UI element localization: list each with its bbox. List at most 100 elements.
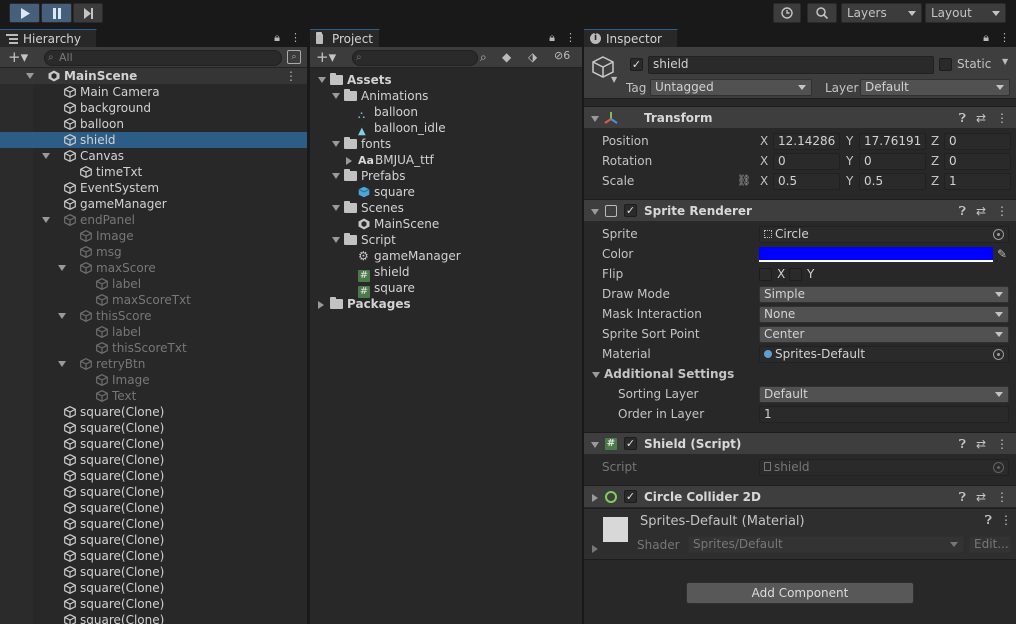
hierarchy-item[interactable]: square(Clone): [0, 532, 307, 548]
project-folder[interactable]: fonts: [310, 136, 582, 152]
project-folder[interactable]: Script: [310, 232, 582, 248]
hierarchy-item[interactable]: maxScore: [0, 260, 307, 276]
active-toggle[interactable]: ✓: [630, 58, 643, 71]
more-menu-icon[interactable]: ⋮: [999, 31, 1010, 45]
position-x-field[interactable]: 12.14286: [773, 133, 840, 150]
tag-dropdown[interactable]: Untagged: [650, 79, 812, 96]
foldout-icon[interactable]: [26, 73, 34, 79]
mask-interaction-dropdown[interactable]: None: [759, 306, 1009, 323]
sort-point-dropdown[interactable]: Center: [759, 326, 1009, 343]
more-menu-icon[interactable]: ⋮: [996, 107, 1008, 129]
hierarchy-item[interactable]: square(Clone): [0, 612, 307, 624]
help-icon[interactable]: ❓︎: [959, 200, 966, 222]
help-icon[interactable]: ❓︎: [959, 433, 966, 455]
hierarchy-item[interactable]: Canvas: [0, 148, 307, 164]
hierarchy-item[interactable]: endPanel: [0, 212, 307, 228]
foldout-icon[interactable]: [58, 361, 66, 367]
position-z-field[interactable]: 0: [944, 133, 1011, 150]
shield-script-enabled[interactable]: ✓: [624, 437, 637, 450]
chevron-down-icon[interactable]: ▼: [611, 75, 617, 84]
label-tag-icon[interactable]: ⬗: [528, 50, 537, 64]
play-button[interactable]: [9, 3, 40, 23]
project-asset[interactable]: # shield: [310, 264, 582, 282]
hierarchy-item[interactable]: square(Clone): [0, 404, 307, 420]
project-search-input[interactable]: ⌕: [352, 50, 478, 66]
hierarchy-item[interactable]: Image: [0, 228, 307, 244]
position-y-field[interactable]: 17.76191: [859, 133, 926, 150]
add-icon[interactable]: +▾: [316, 48, 336, 66]
draw-mode-dropdown[interactable]: Simple: [759, 286, 1009, 303]
more-menu-icon[interactable]: ⋮: [996, 433, 1008, 455]
hierarchy-item[interactable]: gameManager: [0, 196, 307, 212]
foldout-icon[interactable]: [318, 77, 326, 83]
color-swatch[interactable]: [759, 247, 993, 262]
help-icon[interactable]: ❓︎: [985, 513, 992, 528]
hierarchy-item[interactable]: square(Clone): [0, 500, 307, 516]
hierarchy-item[interactable]: msg: [0, 244, 307, 260]
foldout-icon[interactable]: [58, 313, 66, 319]
circle-collider-header[interactable]: ✓ Circle Collider 2D ❓︎ ⇄ ⋮: [584, 485, 1016, 507]
search-by-type-icon[interactable]: ⌕: [480, 50, 487, 65]
hierarchy-item[interactable]: maxScoreTxt: [0, 292, 307, 308]
foldout-icon[interactable]: [332, 205, 340, 211]
search-button[interactable]: [807, 3, 837, 23]
rotation-y-field[interactable]: 0: [859, 153, 926, 170]
scale-y-field[interactable]: 0.5: [859, 173, 926, 190]
more-menu-icon[interactable]: ⋮: [290, 31, 301, 45]
preset-icon[interactable]: ⇄: [976, 107, 986, 129]
chevron-down-icon[interactable]: ▼: [1002, 57, 1008, 66]
rotation-x-field[interactable]: 0: [773, 153, 840, 170]
hierarchy-item[interactable]: retryBtn: [0, 356, 307, 372]
hierarchy-item[interactable]: square(Clone): [0, 564, 307, 580]
scale-x-field[interactable]: 0.5: [773, 173, 840, 190]
more-menu-icon[interactable]: ⋮: [996, 200, 1008, 222]
scale-z-field[interactable]: 1: [944, 173, 1011, 190]
tab-hierarchy[interactable]: Hierarchy: [0, 29, 97, 47]
project-asset[interactable]: # square: [310, 280, 582, 298]
lock-icon[interactable]: 🔒︎: [274, 31, 280, 45]
sprite-field[interactable]: Circle: [759, 226, 1009, 243]
hierarchy-item[interactable]: thisScore: [0, 308, 307, 324]
layers-dropdown[interactable]: Layers: [841, 3, 922, 23]
foldout-icon[interactable]: [42, 153, 50, 159]
hierarchy-scene-row[interactable]: MainScene ⋮: [0, 68, 307, 84]
hierarchy-item[interactable]: square(Clone): [0, 484, 307, 500]
tab-project[interactable]: Project: [310, 29, 380, 47]
hierarchy-item[interactable]: square(Clone): [0, 580, 307, 596]
foldout-icon[interactable]: [332, 93, 340, 99]
transform-header[interactable]: Transform ❓︎ ⇄ ⋮: [584, 106, 1016, 128]
more-menu-icon[interactable]: ⋮: [1000, 513, 1012, 527]
hierarchy-item[interactable]: square(Clone): [0, 436, 307, 452]
project-asset[interactable]: ⚙ gameManager: [310, 248, 582, 264]
hierarchy-item[interactable]: square(Clone): [0, 420, 307, 436]
more-menu-icon[interactable]: ⋮: [285, 68, 297, 84]
foldout-icon[interactable]: [42, 217, 50, 223]
lock-icon[interactable]: 🔒︎: [983, 31, 989, 45]
add-component-button[interactable]: Add Component: [686, 582, 914, 604]
project-asset[interactable]: AaBMJUA_ttf: [310, 152, 582, 168]
foldout-icon[interactable]: [332, 173, 340, 179]
sprite-renderer-header[interactable]: ✓ Sprite Renderer ❓︎ ⇄ ⋮: [584, 199, 1016, 221]
rotation-z-field[interactable]: 0: [944, 153, 1011, 170]
sprite-renderer-enabled[interactable]: ✓: [624, 204, 637, 217]
hierarchy-item[interactable]: square(Clone): [0, 548, 307, 564]
preset-icon[interactable]: ⇄: [976, 486, 986, 508]
hierarchy-item[interactable]: square(Clone): [0, 516, 307, 532]
more-menu-icon[interactable]: ⋮: [565, 31, 576, 45]
flip-x-toggle[interactable]: [759, 268, 772, 281]
project-folder[interactable]: Packages: [310, 296, 582, 312]
hierarchy-item[interactable]: Image: [0, 372, 307, 388]
static-toggle[interactable]: [939, 58, 952, 71]
help-icon[interactable]: ❓︎: [959, 107, 966, 129]
project-folder[interactable]: Assets: [310, 72, 582, 88]
project-folder[interactable]: Scenes: [310, 200, 582, 216]
eyedropper-icon[interactable]: ✎: [997, 244, 1007, 264]
object-picker-icon[interactable]: [993, 349, 1004, 360]
project-asset[interactable]: ⛬ balloon: [310, 104, 582, 121]
foldout-icon[interactable]: [346, 157, 352, 165]
layout-dropdown[interactable]: Layout: [925, 3, 1006, 23]
hierarchy-item[interactable]: Main Camera: [0, 84, 307, 100]
shield-script-header[interactable]: # ✓ Shield (Script) ❓︎ ⇄ ⋮: [584, 432, 1016, 454]
more-menu-icon[interactable]: ⋮: [996, 486, 1008, 508]
hidden-packages-icon[interactable]: ⊘6: [554, 49, 570, 62]
